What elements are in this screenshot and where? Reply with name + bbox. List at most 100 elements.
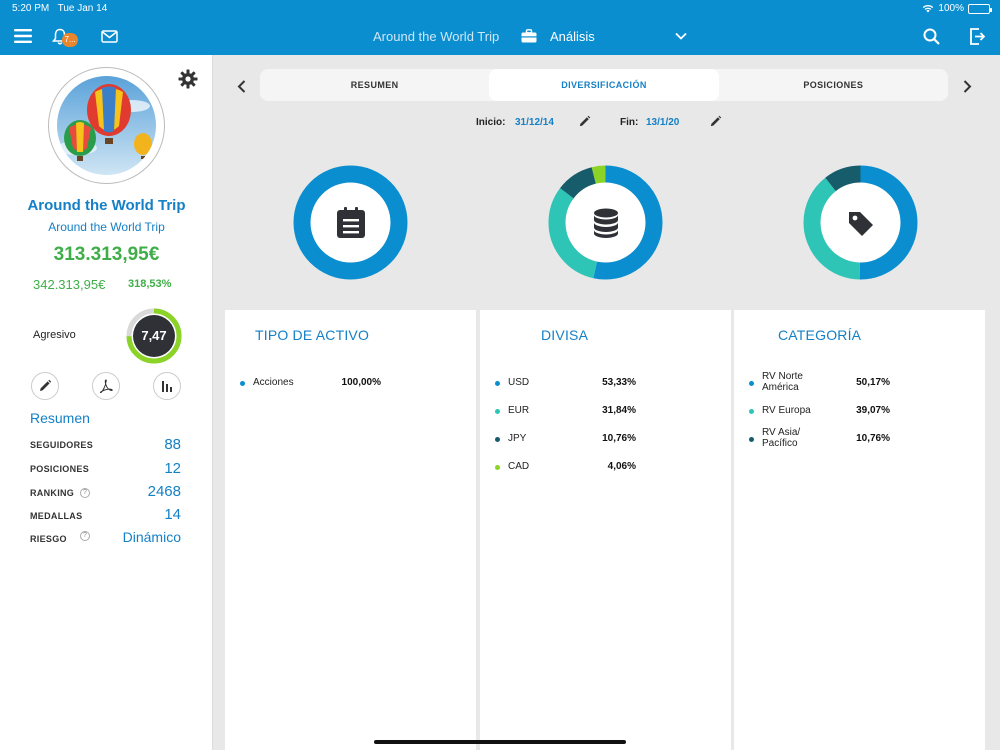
risk-profile-label: Agresivo: [33, 329, 76, 341]
legend-percent: 39,07%: [856, 405, 890, 416]
battery-icon: [968, 3, 992, 14]
search-icon[interactable]: [920, 26, 942, 46]
legend-percent: 10,76%: [856, 433, 890, 444]
status-right: 100%: [922, 3, 992, 14]
ranking-help-icon[interactable]: ?: [80, 488, 90, 498]
notification-badge[interactable]: 7...: [62, 33, 78, 47]
document-icon: [336, 207, 366, 244]
balloons-image: [57, 76, 156, 175]
edit-start-date-icon[interactable]: [578, 115, 591, 133]
portfolio-sidebar: Around the World Trip Around the World T…: [0, 55, 213, 750]
portfolio-invested-value: 342.313,95€: [33, 277, 106, 292]
stat-value-ranking[interactable]: 2468: [148, 483, 181, 500]
chevron-left-icon[interactable]: [233, 78, 249, 94]
risk-score: 7,47: [141, 328, 167, 343]
stat-label-followers: SEGUIDORES: [30, 440, 94, 450]
legend-row[interactable]: JPY 10,76%: [480, 426, 731, 454]
gear-icon[interactable]: [178, 69, 198, 94]
summary-title: Resumen: [30, 410, 90, 426]
menu-icon[interactable]: [12, 26, 34, 46]
stat-value-positions[interactable]: 12: [164, 460, 181, 477]
logout-icon[interactable]: [966, 26, 988, 46]
tab-resumen[interactable]: RESUMEN: [260, 69, 489, 101]
legend-percent: 31,84%: [602, 405, 636, 416]
asset-type-title: TIPO DE ACTIVO: [255, 327, 370, 343]
edit-portfolio-button[interactable]: [31, 372, 59, 400]
legend-percent: 50,17%: [856, 377, 890, 388]
stat-label-medals: MEDALLAS: [30, 511, 83, 521]
asset-type-card: TIPO DE ACTIVO Acciones 100,00%: [225, 310, 476, 750]
stat-label-risk: RIESGO: [30, 534, 67, 544]
currency-title: DIVISA: [541, 327, 589, 343]
stats-button[interactable]: [153, 372, 181, 400]
legend-label: RV Norte América: [762, 371, 803, 393]
legend-dot: [495, 465, 500, 470]
analysis-tabs: RESUMEN DIVERSIFICACIÓN POSICIONES: [260, 69, 948, 101]
category-title: CATEGORÍA: [778, 327, 862, 343]
legend-percent: 4,06%: [607, 461, 636, 472]
legend-label: RV Europa: [762, 405, 811, 416]
wifi-icon: [923, 5, 934, 13]
legend-dot: [749, 437, 754, 442]
stat-value-risk[interactable]: Dinámico: [123, 529, 181, 545]
legend-dot: [495, 437, 500, 442]
section-selector[interactable]: Análisis: [550, 29, 595, 44]
legend-label: CAD: [508, 461, 530, 472]
pdf-icon: [99, 379, 113, 393]
database-icon: [593, 208, 619, 243]
start-date-label: Inicio:: [476, 117, 506, 128]
pencil-icon: [40, 379, 52, 391]
portfolio-avatar: [48, 67, 165, 184]
stat-label-positions: POSICIONES: [30, 464, 90, 474]
stat-value-medals[interactable]: 14: [164, 506, 181, 523]
legend-dot: [495, 409, 500, 414]
pdf-report-button[interactable]: [92, 372, 120, 400]
legend-dot: [749, 409, 754, 414]
risk-help-icon[interactable]: ?: [80, 531, 90, 541]
legend-dot: [749, 381, 754, 386]
chevron-right-icon[interactable]: [959, 78, 975, 94]
battery-percent: 100%: [938, 3, 964, 14]
legend-row[interactable]: USD 53,33%: [480, 370, 731, 398]
tag-icon: [847, 210, 875, 243]
legend-label: RV Asia/ Pacífico: [762, 427, 801, 449]
stat-value-followers[interactable]: 88: [164, 436, 181, 453]
legend-label: Acciones: [253, 377, 294, 388]
portfolio-title: Around the World Trip: [373, 29, 500, 44]
end-date-value[interactable]: 13/1/20: [646, 117, 679, 128]
top-navbar: 7... Around the World Trip Análisis: [0, 18, 1000, 55]
legend-row[interactable]: RV Europa 39,07%: [734, 398, 985, 426]
portfolio-name: Around the World Trip: [27, 197, 186, 214]
tab-diversificacion[interactable]: DIVERSIFICACIÓN: [489, 69, 719, 101]
legend-percent: 53,33%: [602, 377, 636, 388]
legend-percent: 100,00%: [341, 377, 381, 388]
stat-label-ranking: RANKING: [30, 488, 75, 498]
legend-row[interactable]: CAD 4,06%: [480, 454, 731, 482]
end-date-label: Fin:: [620, 117, 639, 128]
legend-row[interactable]: RV Asia/ Pacífico 10,76%: [734, 426, 985, 454]
edit-end-date-icon[interactable]: [709, 115, 722, 133]
briefcase-icon: [518, 26, 540, 46]
bar-chart-icon: [162, 381, 172, 392]
status-time: 5:20 PM Tue Jan 14: [12, 3, 108, 14]
home-indicator: [374, 740, 626, 744]
chevron-down-icon[interactable]: [670, 26, 692, 46]
legend-label: JPY: [508, 433, 527, 444]
portfolio-return: 318,53%: [128, 278, 172, 290]
legend-label: EUR: [508, 405, 530, 416]
portfolio-subtitle: Around the World Trip: [48, 220, 165, 234]
status-bar: 5:20 PM Tue Jan 14 100%: [0, 0, 1000, 18]
legend-dot: [240, 381, 245, 386]
portfolio-current-value: 313.313,95€: [53, 244, 160, 265]
legend-dot: [495, 381, 500, 386]
legend-percent: 10,76%: [602, 433, 636, 444]
tab-posiciones[interactable]: POSICIONES: [719, 69, 948, 101]
legend-row[interactable]: Acciones 100,00%: [225, 370, 476, 398]
category-card: CATEGORÍA RV Norte América 50,17% RV Europ…: [734, 310, 985, 750]
mail-icon[interactable]: [98, 26, 120, 46]
legend-label: USD: [508, 377, 530, 388]
start-date-value[interactable]: 31/12/14: [515, 117, 554, 128]
currency-card: DIVISA USD 53,33% EUR 31,84% JPY 10,76% CAD 4,0…: [480, 310, 731, 750]
legend-row[interactable]: EUR 31,84%: [480, 398, 731, 426]
legend-row[interactable]: RV Norte América 50,17%: [734, 370, 985, 398]
